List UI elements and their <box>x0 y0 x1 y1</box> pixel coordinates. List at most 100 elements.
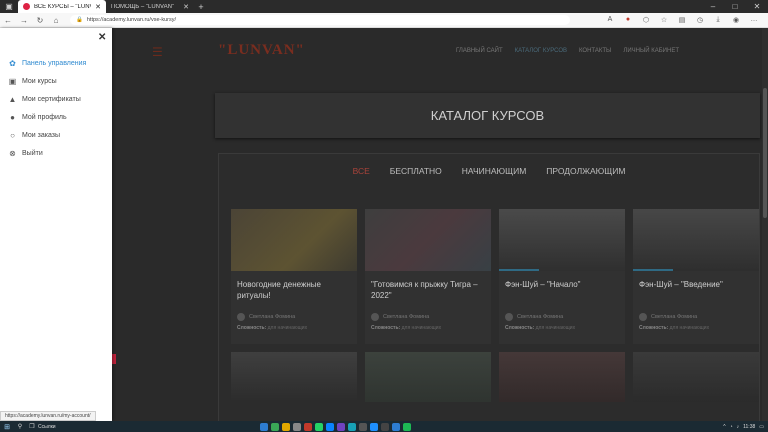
course-image <box>499 209 625 271</box>
app-icon[interactable] <box>380 422 389 431</box>
close-icon[interactable]: ✕ <box>98 32 106 43</box>
read-aloud-icon[interactable]: A <box>604 16 616 24</box>
app-icon[interactable] <box>281 422 290 431</box>
course-card[interactable]: Фэн-Шуй – "Введение" Светлана Фомина Сло… <box>633 209 759 344</box>
app-icon[interactable] <box>347 422 356 431</box>
app-icon[interactable] <box>270 422 279 431</box>
sidebar-item-certificates[interactable]: ▲ Мои сертификаты <box>8 90 86 108</box>
app-icon[interactable] <box>336 422 345 431</box>
refresh-icon[interactable]: ↻ <box>32 16 48 25</box>
task-view-icon[interactable]: ❐ <box>26 423 38 430</box>
nav-contacts[interactable]: КОНТАКТЫ <box>579 48 611 54</box>
taskbar: ⊞ ⚲ ❐ Ссылки ^ ◔ ♪ 11:38 ▭ <box>0 421 768 432</box>
course-author: Светлана Фомина <box>505 313 619 321</box>
gauge-icon: ✿ <box>9 58 16 68</box>
status-url: https://academy.lunvan.ru/my-account/ <box>5 413 91 419</box>
url-field[interactable]: 🔒 https://academy.lunvan.ru/vse-kursy/ <box>70 15 570 25</box>
download-icon[interactable]: ⤓ <box>712 16 724 24</box>
window-menu-icon[interactable]: ▣ <box>0 0 18 13</box>
search-icon[interactable]: ⚲ <box>14 423 26 430</box>
extension-icon[interactable]: ● <box>622 16 634 24</box>
history-icon[interactable]: ◷ <box>694 16 706 24</box>
course-card[interactable]: "Готовимся к прыжку Тигра – 2022" Светла… <box>365 209 491 344</box>
nav-main-site[interactable]: ГЛАВНЫЙ САЙТ <box>456 48 503 54</box>
logout-icon: ⊗ <box>9 148 16 158</box>
course-card[interactable] <box>231 352 357 402</box>
filter-continuing[interactable]: ПРОДОЛЖАЮЩИМ <box>546 166 625 176</box>
more-icon[interactable]: … <box>748 16 760 24</box>
address-toolbar: ← → ↻ ⌂ 🔒 https://academy.lunvan.ru/vse-… <box>0 13 768 28</box>
tray-arrow-icon[interactable]: ^ <box>723 424 725 430</box>
sidebar-item-dashboard[interactable]: ✿ Панель управления <box>8 54 86 72</box>
back-icon[interactable]: ← <box>0 16 16 25</box>
close-window-icon[interactable]: ✕ <box>746 2 768 11</box>
course-difficulty: Сложность: для начинающих <box>237 325 308 331</box>
nav-account[interactable]: ЛИЧНЫЙ КАБИНЕТ <box>623 48 679 54</box>
course-title[interactable]: Фэн-Шуй – "Введение" <box>639 279 753 305</box>
close-tab-icon[interactable]: ✕ <box>95 3 101 11</box>
clock[interactable]: 11:38 <box>743 424 755 430</box>
sidebar-item-label: Мои сертификаты <box>22 95 81 103</box>
collections-icon[interactable]: ▤ <box>676 16 688 24</box>
sidebar-menu: ✿ Панель управления ▣ Мои курсы ▲ Мои се… <box>8 54 87 162</box>
app-icon[interactable] <box>259 422 268 431</box>
forward-icon[interactable]: → <box>16 16 32 25</box>
filter-beginners[interactable]: НАЧИНАЮЩИМ <box>462 166 526 176</box>
tab-label: ПОМОЩЬ – "LUNVAN" <box>111 3 175 10</box>
notifications-icon[interactable]: ▭ <box>759 424 764 430</box>
app-icon[interactable] <box>402 422 411 431</box>
course-title[interactable]: Фэн-Шуй – "Начало" <box>505 279 619 305</box>
home-icon[interactable]: ⌂ <box>48 16 64 25</box>
course-card[interactable] <box>365 352 491 402</box>
course-card[interactable]: Фэн-Шуй – "Начало" Светлана Фомина Сложн… <box>499 209 625 344</box>
course-title[interactable]: Новогодние денежные ритуалы! <box>237 279 351 305</box>
app-icon[interactable] <box>369 422 378 431</box>
scroll-thumb[interactable] <box>763 88 767 218</box>
tab-label: ВСЕ КУРСЫ – "LUNVAN" <box>34 3 91 10</box>
site-logo[interactable]: "LUNVAN" <box>218 42 305 59</box>
app-icon[interactable] <box>314 422 323 431</box>
app-icon[interactable] <box>303 422 312 431</box>
profile-icon[interactable]: ◉ <box>730 16 742 24</box>
filter-free[interactable]: БЕСПЛАТНО <box>390 166 442 176</box>
nav-catalog[interactable]: КАТАЛОГ КУРСОВ <box>515 48 567 54</box>
image-accent <box>633 269 673 271</box>
course-card[interactable] <box>633 352 759 402</box>
side-tab-marker[interactable] <box>112 354 116 364</box>
course-card[interactable]: Новогодние денежные ритуалы! Светлана Фо… <box>231 209 357 344</box>
course-image <box>499 352 625 402</box>
course-author: Светлана Фомина <box>639 313 753 321</box>
course-image <box>365 209 491 271</box>
app-icon[interactable] <box>292 422 301 431</box>
maximize-icon[interactable]: □ <box>724 2 746 11</box>
start-icon[interactable]: ⊞ <box>0 423 14 431</box>
favorites-icon[interactable]: ☆ <box>658 16 670 24</box>
filter-all[interactable]: ВСЕ <box>353 166 370 176</box>
orders-icon: ○ <box>10 130 15 140</box>
sidebar-item-profile[interactable]: ● Мой профиль <box>8 108 86 126</box>
course-title[interactable]: "Готовимся к прыжку Тигра – 2022" <box>371 279 485 305</box>
author-avatar <box>505 313 513 321</box>
tab-help[interactable]: ПОМОЩЬ – "LUNVAN" ✕ <box>106 0 194 13</box>
hamburger-menu-icon[interactable]: ☰ <box>152 45 163 59</box>
app-icon[interactable] <box>325 422 334 431</box>
page-scrollbar[interactable] <box>762 28 768 421</box>
course-image <box>231 352 357 402</box>
pinned-apps <box>259 422 411 431</box>
tab-all-courses[interactable]: ВСЕ КУРСЫ – "LUNVAN" ✕ <box>18 0 106 13</box>
sidebar-item-label: Панель управления <box>22 59 87 67</box>
close-tab-icon[interactable]: ✕ <box>183 3 189 11</box>
user-icon: ● <box>10 112 15 122</box>
sidebar-item-logout[interactable]: ⊗ Выйти <box>8 144 86 162</box>
new-tab-button[interactable]: + <box>194 2 208 12</box>
sidebar-item-orders[interactable]: ○ Мои заказы <box>8 126 86 144</box>
taskbar-links[interactable]: Ссылки <box>38 424 56 430</box>
app-icon[interactable] <box>358 422 367 431</box>
sidebar-item-my-courses[interactable]: ▣ Мои курсы <box>8 72 86 90</box>
extensions-icon[interactable]: ⬡ <box>640 16 652 24</box>
minimize-icon[interactable]: – <box>702 2 724 11</box>
volume-icon[interactable]: ♪ <box>737 424 740 430</box>
course-card[interactable] <box>499 352 625 402</box>
network-icon[interactable]: ◔ <box>730 424 733 430</box>
app-icon[interactable] <box>391 422 400 431</box>
